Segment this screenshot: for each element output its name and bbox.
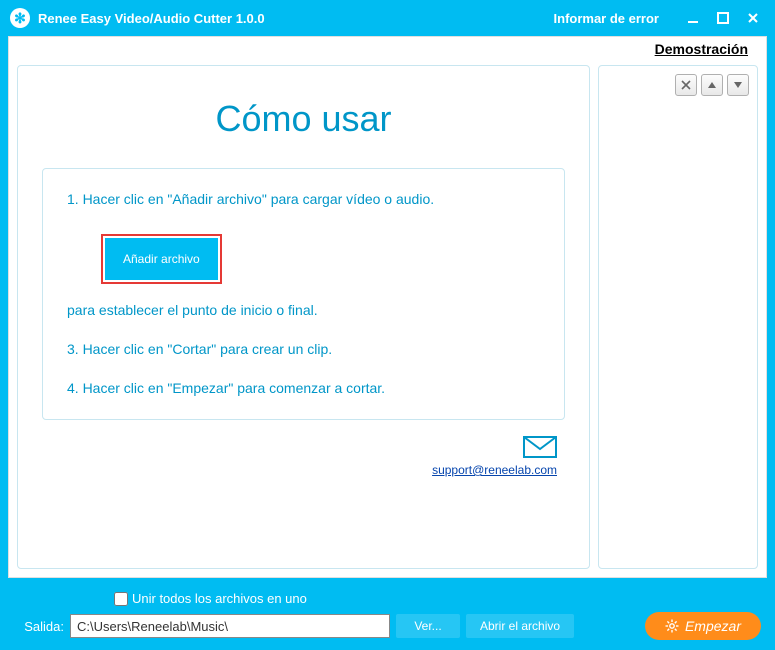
howto-title: Cómo usar (42, 98, 565, 140)
main-area: Demostración Cómo usar 1. Hacer clic en … (8, 36, 767, 578)
add-file-highlight: Añadir archivo (101, 234, 222, 284)
merge-row: Unir todos los archivos en uno (114, 591, 761, 606)
report-error-link[interactable]: Informar de error (554, 11, 659, 26)
open-file-button[interactable]: Abrir el archivo (466, 614, 574, 638)
support-email-link[interactable]: support@reneelab.com (42, 463, 557, 477)
start-button-label: Empezar (685, 618, 741, 634)
move-up-button[interactable] (701, 74, 723, 96)
support-block: support@reneelab.com (42, 436, 565, 477)
minimize-button[interactable] (681, 6, 705, 30)
browse-button[interactable]: Ver... (396, 614, 460, 638)
close-button[interactable] (741, 6, 765, 30)
output-path-input[interactable] (70, 614, 390, 638)
panels-container: Cómo usar 1. Hacer clic en "Añadir archi… (9, 61, 766, 577)
merge-checkbox[interactable] (114, 592, 128, 606)
step-2-tail-text: para establecer el punto de inicio o fin… (67, 300, 540, 321)
add-file-button[interactable]: Añadir archivo (105, 238, 218, 280)
instructions-box: 1. Hacer clic en "Añadir archivo" para c… (42, 168, 565, 420)
titlebar: ✻ Renee Easy Video/Audio Cutter 1.0.0 In… (0, 0, 775, 36)
move-down-button[interactable] (727, 74, 749, 96)
bottombar: Unir todos los archivos en uno Salida: V… (0, 578, 775, 650)
remove-item-button[interactable] (675, 74, 697, 96)
output-row: Salida: Ver... Abrir el archivo Empezar (14, 612, 761, 640)
top-link-bar: Demostración (9, 37, 766, 61)
instructions-panel: Cómo usar 1. Hacer clic en "Añadir archi… (17, 65, 590, 569)
file-list-panel (598, 65, 758, 569)
maximize-button[interactable] (711, 6, 735, 30)
step-4-text: 4. Hacer clic en "Empezar" para comenzar… (67, 378, 540, 399)
start-button[interactable]: Empezar (645, 612, 761, 640)
panel-controls (607, 74, 749, 96)
merge-label: Unir todos los archivos en uno (132, 591, 307, 606)
app-title: Renee Easy Video/Audio Cutter 1.0.0 (38, 11, 554, 26)
output-label: Salida: (14, 619, 64, 634)
step-3-text: 3. Hacer clic en "Cortar" para crear un … (67, 339, 540, 360)
envelope-icon (523, 446, 557, 461)
app-logo-icon: ✻ (10, 8, 30, 28)
demo-link[interactable]: Demostración (655, 41, 748, 57)
step-1-text: 1. Hacer clic en "Añadir archivo" para c… (67, 189, 540, 210)
gear-icon (665, 619, 679, 633)
